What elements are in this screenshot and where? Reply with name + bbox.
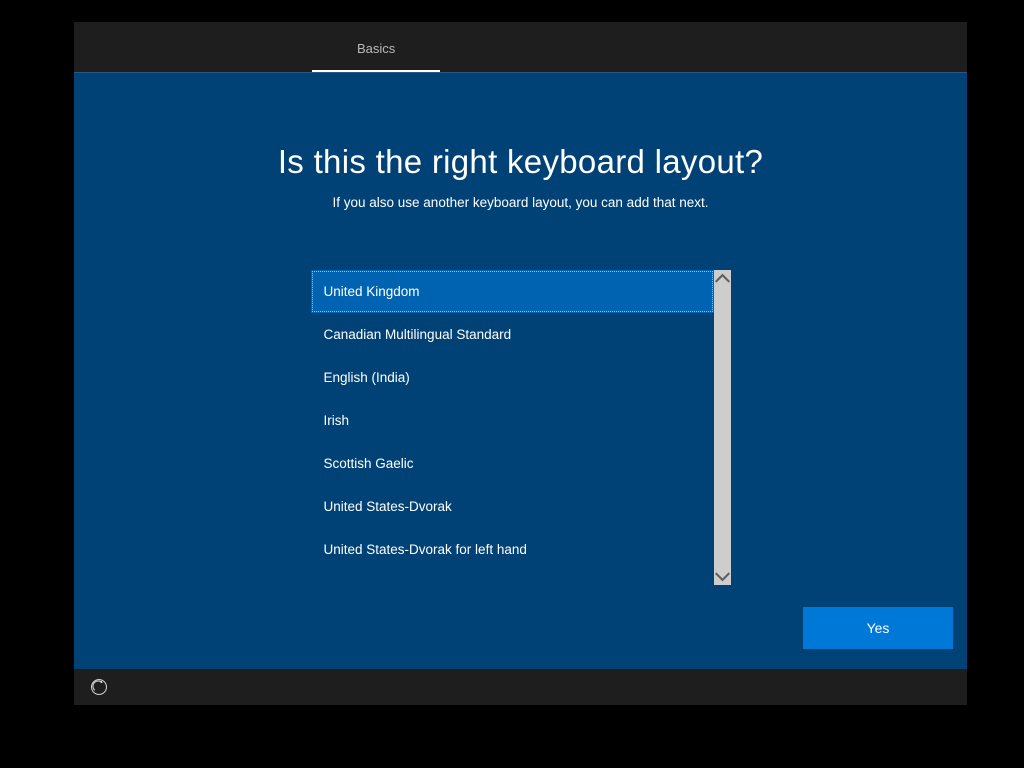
layout-option[interactable]: Irish xyxy=(311,399,714,442)
oobe-window: Basics Is this the right keyboard layout… xyxy=(74,22,967,705)
layout-option[interactable]: United Kingdom xyxy=(311,270,714,313)
scroll-down-arrow-icon[interactable] xyxy=(714,568,731,585)
page-subheading: If you also use another keyboard layout,… xyxy=(74,195,967,210)
tab-bar: Basics xyxy=(74,22,967,72)
page-heading: Is this the right keyboard layout? xyxy=(74,143,967,181)
ease-of-access-icon[interactable] xyxy=(90,678,108,696)
scroll-up-arrow-icon[interactable] xyxy=(714,270,731,287)
layout-option[interactable]: United States-Dvorak xyxy=(311,485,714,528)
layout-option[interactable]: Scottish Gaelic xyxy=(311,442,714,485)
yes-button[interactable]: Yes xyxy=(803,607,953,649)
layout-option[interactable]: English (India) xyxy=(311,356,714,399)
keyboard-layout-listbox: United KingdomCanadian Multilingual Stan… xyxy=(311,270,731,585)
content-area: Is this the right keyboard layout? If yo… xyxy=(74,72,967,669)
layout-option[interactable]: United States-Dvorak for left hand xyxy=(311,528,714,571)
footer-bar xyxy=(74,669,967,705)
tab-basics[interactable]: Basics xyxy=(312,27,440,72)
layout-option[interactable]: Canadian Multilingual Standard xyxy=(311,313,714,356)
layout-list[interactable]: United KingdomCanadian Multilingual Stan… xyxy=(311,270,714,585)
scrollbar[interactable] xyxy=(714,270,731,585)
